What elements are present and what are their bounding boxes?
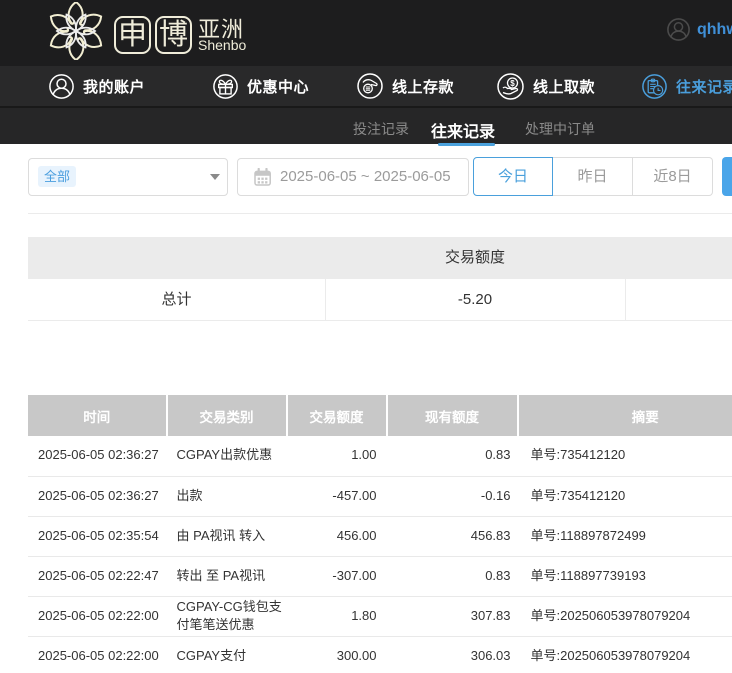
svg-text:$: $ — [510, 79, 515, 88]
